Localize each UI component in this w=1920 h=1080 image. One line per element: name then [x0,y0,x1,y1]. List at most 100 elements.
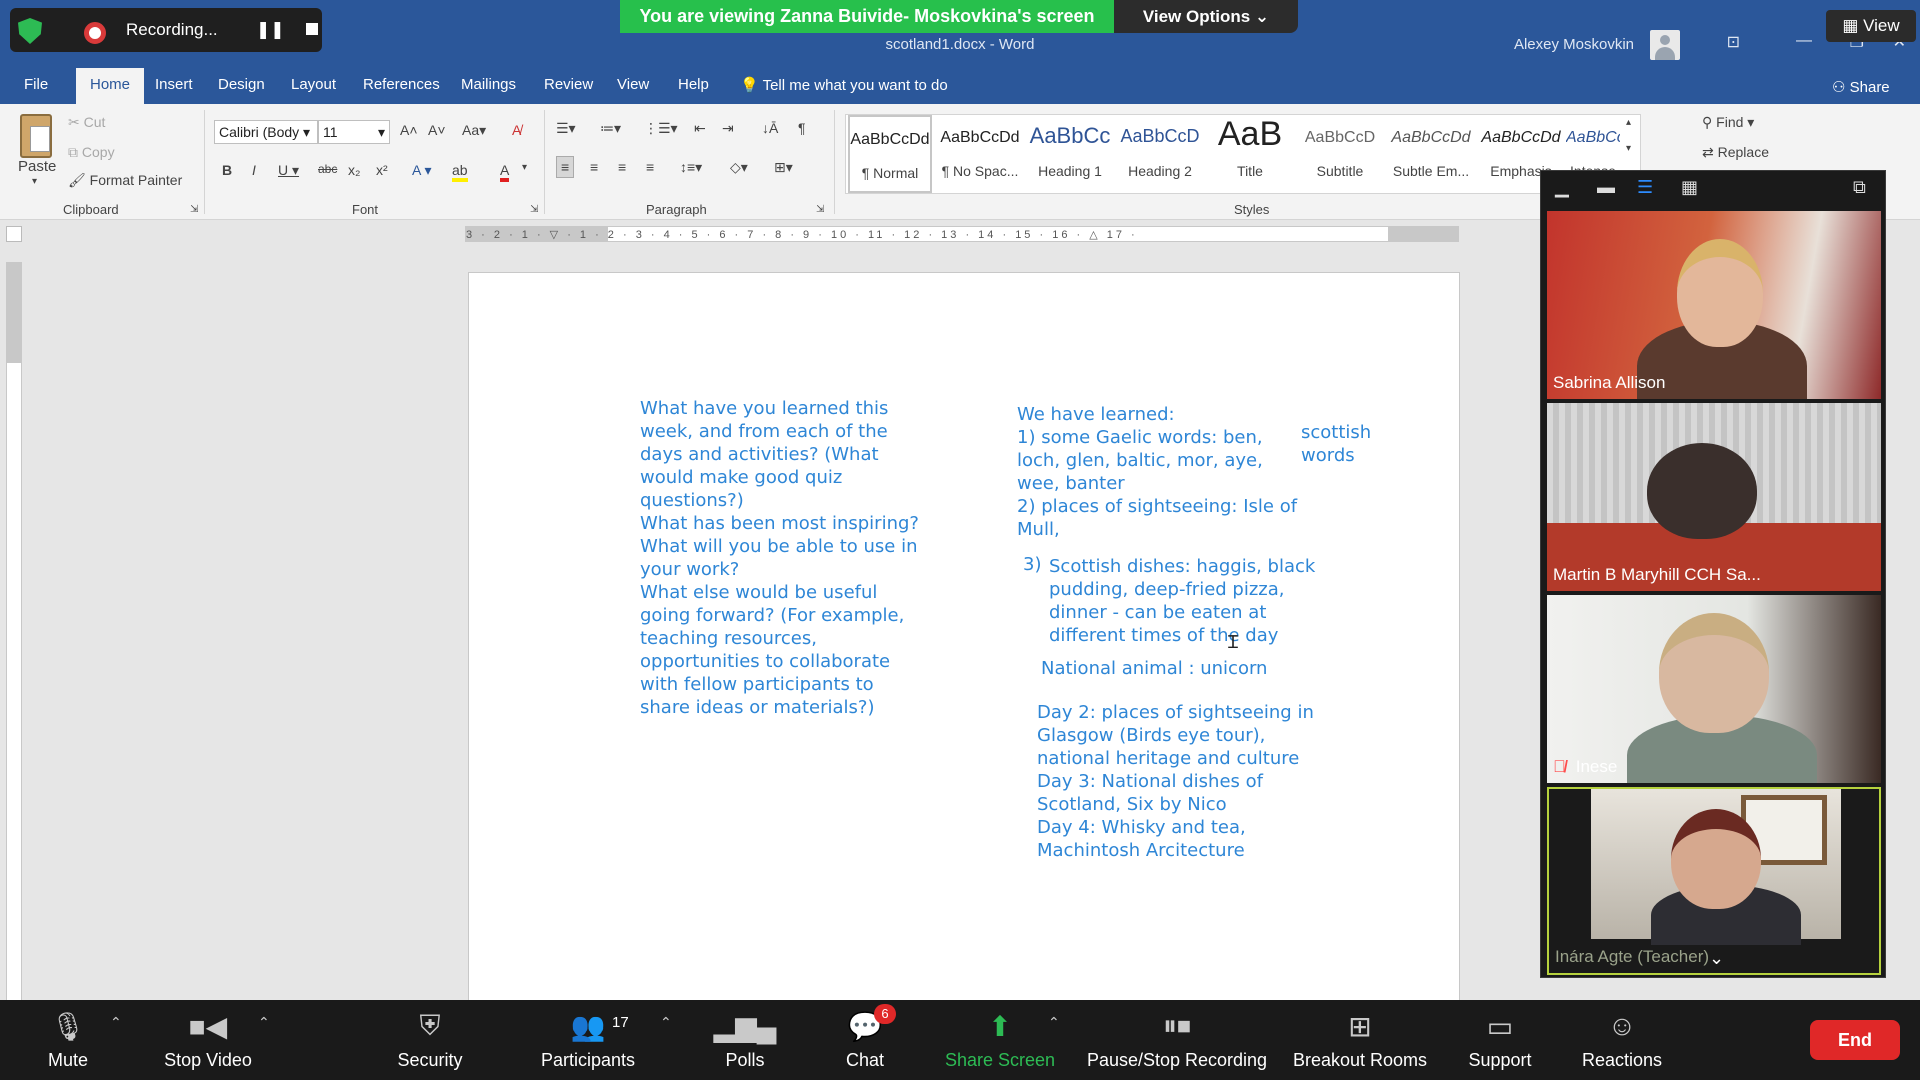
speaker-view-icon[interactable]: ☰ [1637,177,1653,198]
decrease-indent-icon[interactable]: ⇤ [694,120,706,137]
numbering-icon[interactable]: ≔▾ [600,120,621,137]
underline-icon[interactable]: U ▾ [278,162,299,179]
change-case-icon[interactable]: Aa▾ [462,122,486,139]
mute-button[interactable]: 🎙 Mute [28,1000,108,1080]
security-button[interactable]: ⛨ Security [384,1000,476,1080]
bullets-icon[interactable]: ☰▾ [556,120,576,137]
participants-button[interactable]: 👥 17 Participants [530,1000,646,1080]
text-effects-icon[interactable]: A ▾ [412,162,431,179]
learned-text[interactable]: We have learned: 1) some Gaelic words: b… [1017,403,1297,541]
pause-recording-icon[interactable]: ❚❚ [256,20,285,40]
shrink-font-icon[interactable]: A˅ [428,122,446,138]
copy-button[interactable]: ⧉ Copy [68,144,115,161]
tab-help[interactable]: Help [678,76,709,93]
strikethrough-icon[interactable]: abc [318,162,337,176]
tell-me-search[interactable]: 💡 Tell me what you want to do [740,76,948,94]
share-button[interactable]: ⚇ Share [1832,78,1890,96]
styles-scroll-down-icon[interactable]: ▾ [1626,143,1631,154]
align-right-icon[interactable]: ≡ [618,159,626,175]
tab-selector[interactable] [6,226,22,242]
ribbon-display-icon[interactable]: ⊡ [1727,32,1740,52]
tab-insert[interactable]: Insert [155,76,193,93]
chat-button[interactable]: 💬 6 Chat [830,1000,900,1080]
gallery-view-icon[interactable]: ▦ [1681,177,1698,198]
end-meeting-button[interactable]: End [1810,1020,1900,1060]
borders-icon[interactable]: ⊞▾ [774,159,793,176]
support-button[interactable]: ▭ Support [1460,1000,1540,1080]
video-tile[interactable]: Martin B Maryhill CCH Sa... [1547,403,1881,591]
tab-view[interactable]: View [617,76,649,93]
horizontal-ruler[interactable]: 3 · 2 · 1 · ▽ · 1 · 2 · 3 · 4 · 5 · 6 · … [465,226,1459,242]
view-button[interactable]: ▦ View [1826,10,1916,42]
shading-icon[interactable]: ◇▾ [730,159,748,176]
style-heading-1[interactable]: AaBbCc Heading 1 [1026,115,1114,193]
chevron-down-icon[interactable]: ▾ [522,162,527,173]
tab-home[interactable]: Home [76,68,145,104]
view-options-button[interactable]: View Options ⌄ [1114,0,1298,33]
show-marks-icon[interactable]: ¶ [798,120,806,136]
national-animal-text[interactable]: National animal : unicorn [1041,657,1267,680]
clear-formatting-icon[interactable]: A̸ [512,122,521,138]
increase-indent-icon[interactable]: ⇥ [722,120,734,137]
format-painter-button[interactable]: 🖌 Format Painter [68,172,182,189]
video-options-icon[interactable]: ⌃ [258,1014,270,1031]
paragraph-launcher-icon[interactable]: ⇲ [816,204,824,215]
reactions-button[interactable]: ☺ Reactions [1572,1000,1672,1080]
breakout-rooms-button[interactable]: ⊞ Breakout Rooms [1290,1000,1430,1080]
grow-font-icon[interactable]: A˄ [400,122,418,138]
justify-icon[interactable]: ≡ [646,159,654,175]
user-avatar[interactable] [1650,30,1680,60]
style-normal[interactable]: AaBbCcDd ¶ Normal [848,115,932,193]
font-launcher-icon[interactable]: ⇲ [530,204,538,215]
multilevel-list-icon[interactable]: ⋮☰▾ [644,120,678,137]
italic-icon[interactable]: I [252,162,256,178]
bold-icon[interactable]: B [222,162,232,178]
styles-scroll-up-icon[interactable]: ▴ [1626,117,1631,128]
replace-button[interactable]: ⇄ Replace [1702,144,1769,161]
tab-file[interactable]: File [24,76,48,93]
highlight-icon[interactable]: ab [452,162,468,182]
hide-video-icon[interactable]: ▬ [1597,177,1615,198]
share-screen-button[interactable]: ⬆ Share Screen [940,1000,1060,1080]
minimize-icon[interactable]: — [1796,32,1812,50]
find-button[interactable]: ⚲ Find ▾ [1702,114,1754,131]
video-tile[interactable]: Sabrina Allison [1547,211,1881,399]
style-title[interactable]: AaB Title [1206,115,1294,193]
share-options-icon[interactable]: ⌃ [1048,1014,1060,1031]
font-size-select[interactable]: 11 ▾ [318,120,390,144]
vertical-ruler[interactable] [6,262,22,1002]
side-note-text[interactable]: scottish words [1301,421,1371,467]
stop-recording-icon[interactable] [306,23,318,35]
signed-in-user[interactable]: Alexey Moskovkin [1514,36,1634,53]
tab-mailings[interactable]: Mailings [461,76,516,93]
days-text[interactable]: Day 2: places of sightseeing in Glasgow … [1037,701,1314,862]
sort-icon[interactable]: ↓Ā [762,120,778,136]
video-tile[interactable]: 🎙̸ Inese [1547,595,1881,783]
font-color-icon[interactable]: A [500,162,510,182]
dishes-text[interactable]: Scottish dishes: haggis, black pudding, … [1049,555,1315,647]
style-heading-2[interactable]: AaBbCcD Heading 2 [1116,115,1204,193]
align-center-icon[interactable]: ≡ [590,159,598,175]
stop-video-button[interactable]: ■◀ Stop Video [150,1000,266,1080]
pause-stop-recording-button[interactable]: ⏸⏹ Pause/Stop Recording [1082,1000,1272,1080]
line-spacing-icon[interactable]: ↕≡▾ [680,159,702,176]
minimize-icon[interactable]: ▁ [1555,177,1569,198]
style-no-spacing[interactable]: AaBbCcDd ¶ No Spac... [936,115,1024,193]
clipboard-launcher-icon[interactable]: ⇲ [190,204,198,215]
align-left-icon[interactable]: ≡ [556,156,575,178]
tab-layout[interactable]: Layout [291,76,336,93]
tab-references[interactable]: References [363,76,440,93]
paste-icon[interactable] [20,114,52,158]
tab-design[interactable]: Design [218,76,265,93]
paste-button[interactable]: Paste [18,158,56,175]
paste-dropdown-icon[interactable]: ▾ [32,176,37,187]
superscript-icon[interactable]: x² [376,162,388,178]
cut-button[interactable]: ✂ Cut [68,114,105,131]
tab-review[interactable]: Review [544,76,593,93]
polls-button[interactable]: ▂▆▄ Polls [710,1000,780,1080]
chevron-down-icon[interactable]: ⌄ [1709,948,1724,969]
style-subtle-emphasis[interactable]: AaBbCcDd Subtle Em... [1386,115,1476,193]
document-page[interactable]: What have you learned this week, and fro… [468,272,1460,1002]
font-family-select[interactable]: Calibri (Body ▾ [214,120,318,144]
video-tile-active-speaker[interactable]: Inára Agte (Teacher) ⌄ [1547,787,1881,975]
